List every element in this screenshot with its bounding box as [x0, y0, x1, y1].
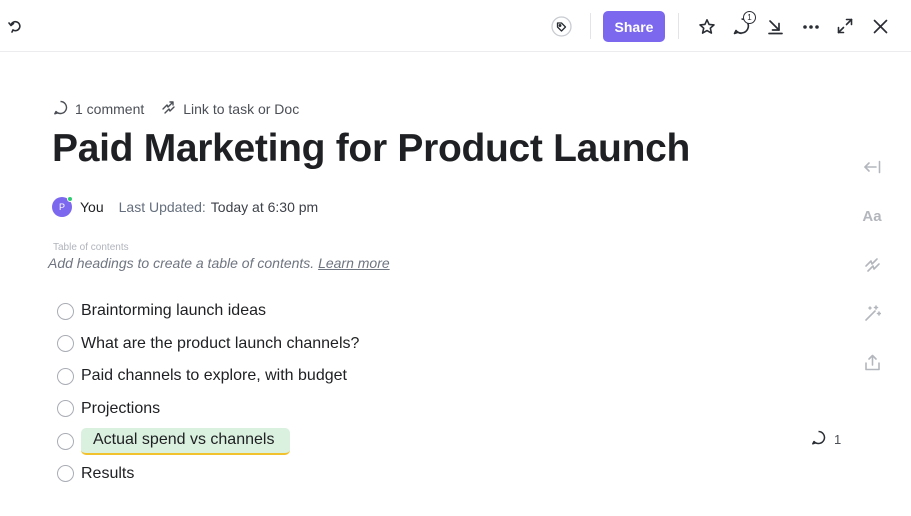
- tag-icon[interactable]: [551, 16, 572, 37]
- link-task-button[interactable]: Link to task or Doc: [161, 100, 299, 118]
- comments-link[interactable]: 1 comment: [53, 100, 144, 118]
- checklist-item-text[interactable]: Projections: [81, 400, 160, 418]
- sync-icon[interactable]: [6, 17, 24, 35]
- author-name: You: [80, 199, 104, 215]
- toc-label: Table of contents: [53, 242, 129, 253]
- learn-more-link[interactable]: Learn more: [318, 255, 390, 271]
- checklist-item-text[interactable]: Results: [81, 465, 134, 483]
- avatar[interactable]: P: [52, 196, 73, 217]
- author-row: P You Last Updated: Today at 6:30 pm: [52, 196, 318, 218]
- inline-comment-count[interactable]: 1: [811, 430, 841, 448]
- checklist-item-text[interactable]: Braintorming launch ideas: [81, 302, 266, 320]
- comment-count-badge: 1: [743, 11, 756, 24]
- online-status-dot: [67, 196, 73, 202]
- more-icon[interactable]: [801, 17, 820, 36]
- link-icon: [161, 100, 176, 118]
- inline-comment-count-value: 1: [834, 431, 842, 447]
- expand-icon[interactable]: [836, 17, 854, 35]
- checklist-item: Braintorming launch ideas: [57, 295, 857, 328]
- comments-link-label: 1 comment: [75, 101, 145, 117]
- last-updated-label: Last Updated:: [118, 199, 206, 215]
- toc-hint: Add headings to create a table of conten…: [48, 255, 390, 271]
- collapse-left-icon[interactable]: [862, 157, 882, 177]
- font-icon[interactable]: Aa: [862, 206, 882, 226]
- toolbar-divider: [590, 13, 591, 39]
- checkbox[interactable]: [57, 335, 74, 353]
- last-updated-value: Today at 6:30 pm: [210, 199, 319, 215]
- comment-icon: [53, 100, 68, 118]
- share-button[interactable]: Share: [603, 11, 665, 42]
- collapse-icon[interactable]: [766, 17, 784, 35]
- checkbox[interactable]: [57, 302, 74, 320]
- link-task-label: Link to task or Doc: [183, 101, 300, 117]
- top-toolbar: Share 1: [0, 0, 911, 52]
- link-icon[interactable]: [862, 254, 882, 274]
- checklist-item: What are the product launch channels?: [57, 328, 857, 361]
- doc-meta-row: 1 comment Link to task or Doc: [53, 100, 299, 118]
- checkbox[interactable]: [57, 465, 74, 483]
- toc-hint-text: Add headings to create a table of conten…: [48, 255, 315, 271]
- close-icon[interactable]: [871, 17, 889, 35]
- comment-icon: [811, 430, 826, 448]
- export-icon[interactable]: [862, 352, 882, 372]
- highlighted-comment-text[interactable]: Actual spend vs channels: [81, 427, 291, 455]
- checkbox[interactable]: [57, 367, 74, 385]
- checklist: Braintorming launch ideas What are the p…: [57, 295, 857, 490]
- avatar-initial: P: [58, 202, 65, 212]
- checkbox[interactable]: [57, 400, 74, 418]
- star-icon[interactable]: [697, 17, 716, 36]
- magic-wand-icon[interactable]: [862, 303, 882, 323]
- checklist-item: Paid channels to explore, with budget: [57, 360, 857, 393]
- checklist-item-text[interactable]: What are the product launch channels?: [81, 335, 359, 353]
- page-title[interactable]: Paid Marketing for Product Launch: [52, 127, 690, 171]
- toolbar-divider: [678, 13, 679, 39]
- checklist-item-text[interactable]: Paid channels to explore, with budget: [81, 367, 347, 385]
- checkbox[interactable]: [57, 432, 74, 450]
- checklist-item: Projections: [57, 393, 857, 426]
- checklist-item: Results: [57, 458, 857, 491]
- checklist-item: Actual spend vs channels 1: [57, 425, 857, 458]
